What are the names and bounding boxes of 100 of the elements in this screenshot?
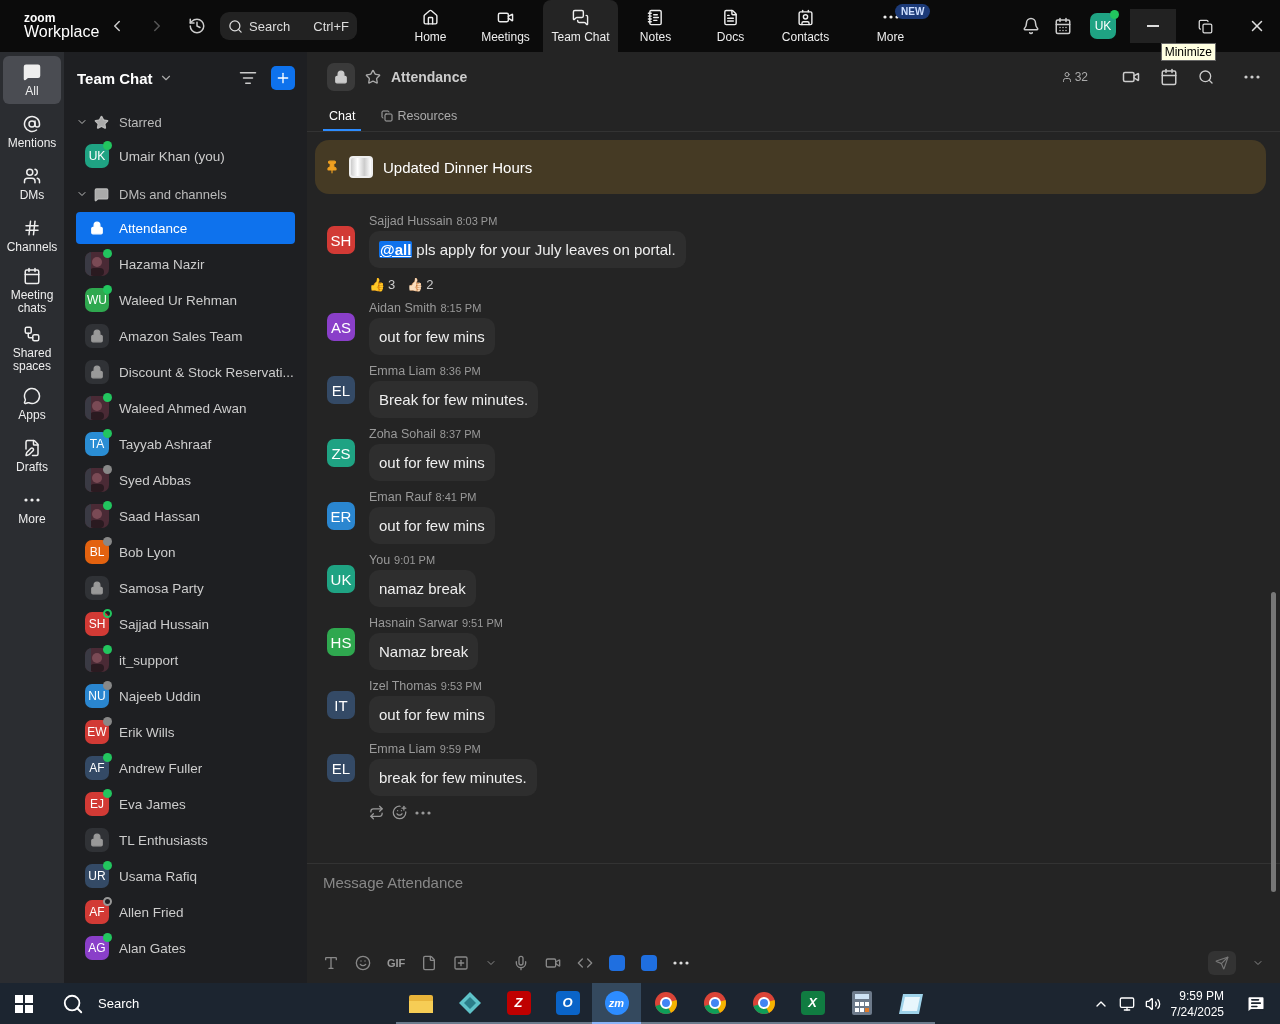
new-chat-button[interactable] [271,66,295,90]
sender-name: Emma Liam [369,364,436,378]
avatar: AS [327,313,355,341]
tab[interactable]: Chat [323,102,362,131]
app-icon[interactable] [641,955,658,971]
chat-bubble-icon [94,186,109,202]
search-field[interactable]: Search Ctrl+F [220,12,357,40]
more-icon[interactable] [1244,75,1260,79]
chat-list-item[interactable]: SH Sajjad Hussain [76,608,295,640]
chat-list-item[interactable]: Syed Abbas [76,464,295,496]
chat-list-item[interactable]: UR Usama Rafiq [76,860,295,892]
sender-name: Emma Liam [369,742,436,756]
star-icon[interactable] [365,69,381,85]
network-icon[interactable] [1118,995,1135,1012]
timestamp: 8:03 PM [456,215,498,227]
chat-list-item[interactable]: NU Najeeb Uddin [76,680,295,712]
avatar: SH [327,226,355,254]
emoji-icon[interactable] [355,955,371,971]
chat-list-item[interactable]: AG Alan Gates [76,932,295,964]
section-header[interactable]: DMs and channels [76,176,295,212]
reaction[interactable]: 👍🏻 2 [407,277,434,292]
member-count[interactable]: 32 [1060,70,1088,84]
emoji-icon[interactable] [392,805,407,820]
nav-tab[interactable]: Home [393,0,468,52]
chat-list-item[interactable]: Samosa Party [76,572,295,604]
app-icon: Z [506,990,531,1015]
screenshot-icon[interactable] [453,955,470,971]
chat-list-item[interactable]: Attendance [76,212,295,244]
chat-list-item[interactable]: it_support [76,644,295,676]
nav-tab[interactable]: Team Chat [543,0,618,52]
filter-icon[interactable] [239,69,257,87]
video-camera-icon[interactable] [545,955,562,971]
nav-tab[interactable]: Docs [693,0,768,52]
nav-tab[interactable]: Meetings [468,0,543,52]
avatar: UK [85,144,109,168]
nav-tab[interactable]: Notes [618,0,693,52]
chat-list-item[interactable]: BL Bob Lyon [76,536,295,568]
avatar: ER [327,502,355,530]
chat-list-item[interactable]: AF Allen Fried [76,896,295,928]
message-field[interactable]: Message Attendance [323,874,1264,891]
browser-icon [702,990,727,1015]
rail-item[interactable]: All [3,56,61,104]
message-text: out for few mins [379,706,485,723]
volume-icon[interactable] [1144,995,1161,1012]
rail-item[interactable]: Meeting chats [6,264,58,318]
taskbar-app[interactable]: Z [494,983,543,1024]
timestamp: 8:15 PM [440,302,482,314]
person-icon [1060,71,1073,83]
send-icon [1215,956,1229,970]
chat-list-item[interactable]: Waleed Ahmed Awan [76,392,295,424]
mention-link[interactable]: @all [379,241,413,258]
rail-item[interactable]: Mentions [3,108,61,156]
pinned-banner[interactable]: Updated Dinner Hours [315,140,1266,194]
chat-list-item[interactable]: EJ Eva James [76,788,295,820]
timestamp: 9:51 PM [461,617,503,629]
chat-list-item[interactable]: UK Umair Khan (you) [76,140,295,172]
tab[interactable]: Resources [375,102,464,131]
rail-item[interactable]: Shared spaces [6,322,58,376]
section-header[interactable]: Starred [76,104,295,140]
chat-list-item[interactable]: Amazon Sales Team [76,320,295,352]
chat-list-item[interactable]: AF Andrew Fuller [76,752,295,784]
app-icon[interactable] [609,955,626,971]
chat-list-item[interactable]: WU Waleed Ur Rehman [76,284,295,316]
tooltip: Minimize [1160,43,1216,61]
taskbar-search[interactable]: Search [48,992,348,1015]
new-badge: NEW [895,4,931,19]
calculator-icon [851,990,872,1015]
logo-text: Workplace [24,24,101,40]
clock[interactable]: 9:59 PM 7/24/2025 [1170,987,1224,1020]
more-icon[interactable] [673,961,690,965]
rail-item[interactable]: Channels [3,212,61,260]
rail-item[interactable]: DMs [3,160,61,208]
count-text: 32 [1074,70,1088,84]
chat-list-item[interactable]: Saad Hassan [76,500,295,532]
nav-tab[interactable]: Contacts [768,0,843,52]
avatar: AG [85,936,109,960]
gif-button[interactable]: GIF [387,957,406,969]
nav-tab[interactable]: NEW More [843,0,938,52]
file-icon[interactable] [421,955,438,971]
lock-icon [90,833,104,847]
pencil-note-icon [23,438,41,457]
rail-item[interactable]: More [3,484,61,532]
chat-list-item[interactable]: EW Erik Wills [76,716,295,748]
chat-list-item[interactable]: Hazama Nazir [76,248,295,280]
message-text: Break for few minutes. [379,391,529,408]
format-text-icon[interactable] [323,955,339,971]
reaction[interactable]: 👍 3 [369,277,396,292]
browser-icon [653,990,678,1015]
code-icon[interactable] [577,955,594,971]
more-icon[interactable] [415,810,431,815]
chat-list-item[interactable]: TA Tayyab Ashraaf [76,428,295,460]
chat-list-item[interactable]: TL Enthusiasts [76,824,295,856]
reply-icon[interactable] [369,805,384,820]
rail-item[interactable]: Drafts [3,432,61,480]
send-button[interactable] [1208,951,1236,975]
rail-item[interactable]: Apps [3,380,61,428]
taskbar-app[interactable]: X [788,983,837,1024]
search-icon[interactable] [1198,69,1214,85]
calendar-icon[interactable] [1160,68,1178,86]
chat-list-item[interactable]: Discount & Stock Reservati... [76,356,295,388]
